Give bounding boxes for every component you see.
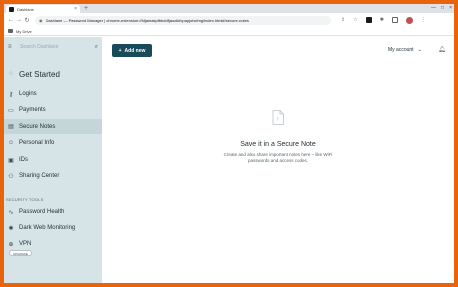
- extensions-icon[interactable]: ✱: [380, 17, 384, 23]
- maximize-button[interactable]: □: [441, 4, 444, 13]
- sidebar-item-vpn[interactable]: ⊕ VPN: [4, 238, 102, 250]
- id-icon: ▣: [8, 157, 14, 164]
- close-window-button[interactable]: ×: [449, 4, 452, 13]
- key-icon: ⚷: [8, 91, 14, 98]
- bookmark-my-drive[interactable]: My Drive: [16, 29, 32, 34]
- secure-note-illustration-icon: [272, 110, 284, 125]
- plus-icon: +: [118, 47, 122, 54]
- person-icon: ☺: [7, 140, 15, 146]
- vpn-icon: ⊕: [8, 241, 14, 248]
- lightbulb-icon: ◌: [9, 71, 13, 77]
- account-menu[interactable]: My account ⌄: [388, 47, 422, 53]
- sidebar-item-get-started[interactable]: ◌ Get Started: [4, 68, 102, 80]
- add-new-label: Add new: [124, 47, 146, 54]
- search-input[interactable]: Search Dashlane: [16, 44, 95, 50]
- url-text: Dashlane — Password Manager | chrome-ext…: [45, 17, 249, 23]
- card-icon: ▭: [8, 107, 14, 114]
- section-label-security-tools: SECURITY TOOLS: [6, 197, 44, 202]
- toolbar-actions: ⇪ ☆ ✱ ⋮: [341, 16, 426, 24]
- star-icon[interactable]: ☆: [353, 17, 357, 23]
- bookmarks-bar: My Drive: [4, 27, 454, 36]
- side-panel-icon[interactable]: [391, 17, 398, 23]
- minimize-button[interactable]: —: [431, 4, 436, 13]
- browser-window: Dashlane × + — □ × ← → ↻ ◉ Dashlane — Pa…: [4, 4, 454, 283]
- browser-toolbar: ← → ↻ ◉ Dashlane — Password Manager | ch…: [4, 13, 454, 27]
- dashlane-extension-icon[interactable]: [365, 17, 372, 23]
- close-tab-icon[interactable]: ×: [74, 6, 77, 12]
- sidebar-item-secure-notes[interactable]: ▤ Secure Notes: [4, 119, 102, 134]
- sidebar-item-logins[interactable]: ⚷ Logins: [4, 87, 102, 101]
- main-content: + Add new My account ⌄ 🔔︎ Save it in a S…: [102, 37, 454, 283]
- dashlane-favicon-icon: [9, 6, 14, 12]
- extension-icon: ◉: [39, 17, 43, 23]
- sidebar-item-sharing-center[interactable]: ⚇ Sharing Center: [4, 169, 102, 183]
- new-tab-button[interactable]: +: [84, 4, 88, 13]
- tab-strip: Dashlane × + — □ ×: [4, 4, 454, 13]
- bell-icon[interactable]: 🔔︎: [438, 46, 446, 53]
- hamburger-menu-icon[interactable]: ≡: [8, 44, 16, 50]
- reload-icon[interactable]: ↻: [23, 17, 31, 24]
- upgrade-badge[interactable]: UPGRADE: [9, 250, 32, 256]
- sidebar-item-ids[interactable]: ▣ IDs: [4, 153, 102, 167]
- drive-icon: [8, 29, 13, 33]
- address-bar[interactable]: ◉ Dashlane — Password Manager | chrome-e…: [35, 15, 331, 25]
- search-icon[interactable]: ⌕: [95, 44, 98, 51]
- radar-icon: ✺: [8, 225, 14, 232]
- tab-title: Dashlane: [17, 6, 34, 12]
- sidebar-search: ≡ Search Dashlane ⌕: [4, 37, 102, 57]
- sidebar: ≡ Search Dashlane ⌕ ◌ Get Started ⚷ Logi…: [4, 37, 102, 283]
- sidebar-item-dark-web-monitoring[interactable]: ✺ Dark Web Monitoring: [4, 221, 102, 235]
- share-icon[interactable]: ⇪: [341, 17, 345, 23]
- sidebar-item-password-health[interactable]: ∿ Password Health: [4, 205, 102, 219]
- account-label: My account: [388, 47, 414, 53]
- sharing-icon: ⚇: [8, 173, 14, 180]
- back-icon[interactable]: ←: [7, 17, 15, 23]
- window-controls: — □ ×: [431, 4, 452, 13]
- pulse-icon: ∿: [8, 209, 14, 216]
- note-icon: ▤: [8, 124, 14, 130]
- empty-state-title: Save it in a Secure Note: [240, 141, 316, 148]
- add-new-button[interactable]: + Add new: [112, 44, 152, 57]
- browser-tab[interactable]: Dashlane ×: [6, 5, 80, 13]
- more-icon[interactable]: ⋮: [421, 17, 426, 23]
- profile-avatar[interactable]: [405, 16, 413, 24]
- empty-state: Save it in a Secure Note Create and also…: [102, 110, 454, 164]
- sidebar-item-payments[interactable]: ▭ Payments: [4, 103, 102, 117]
- chevron-down-icon: ⌄: [417, 47, 422, 53]
- empty-state-description: Create and also share important notes he…: [223, 152, 333, 163]
- sidebar-item-personal-info[interactable]: ☺ Personal Info: [4, 136, 102, 150]
- forward-icon[interactable]: →: [15, 17, 23, 23]
